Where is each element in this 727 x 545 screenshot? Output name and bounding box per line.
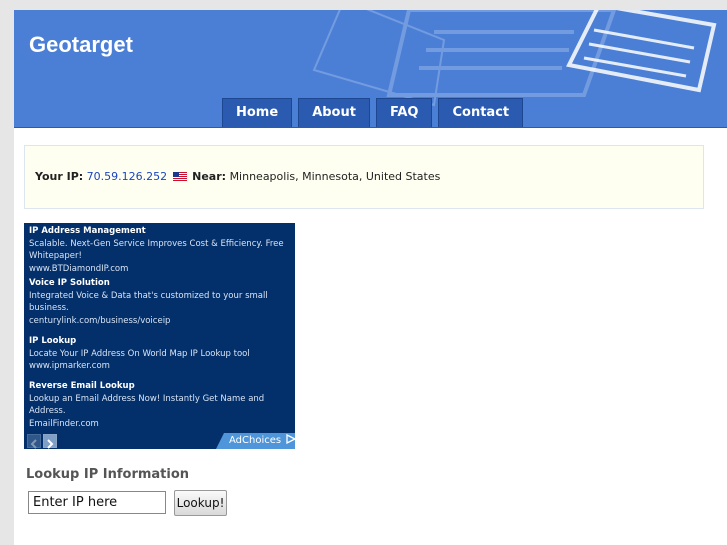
- nav-faq[interactable]: FAQ: [375, 98, 433, 127]
- ad-item[interactable]: IP Address Management Scalable. Next-Gen…: [29, 225, 291, 275]
- ad-description: Lookup an Email Address Now! Instantly G…: [29, 393, 265, 417]
- nav-home[interactable]: Home: [222, 98, 293, 127]
- site-title[interactable]: Geotarget: [29, 32, 133, 58]
- adchoices-icon: [286, 433, 295, 445]
- location-text: Minneapolis, Minnesota, United States: [229, 170, 441, 183]
- ad-next-button[interactable]: [43, 434, 57, 449]
- nav-about[interactable]: About: [298, 98, 370, 127]
- near-label: Near:: [192, 170, 227, 183]
- us-flag-icon: [172, 172, 187, 181]
- ad-block: IP Address Management Scalable. Next-Gen…: [24, 223, 295, 449]
- ad-url[interactable]: EmailFinder.com: [29, 418, 291, 431]
- nav-contact[interactable]: Contact: [438, 98, 524, 127]
- ip-info-box: Your IP: 70.59.126.252 Near: Minneapolis…: [24, 145, 704, 209]
- ad-description: Integrated Voice & Data that's customize…: [29, 290, 268, 314]
- lookup-heading: Lookup IP Information: [26, 467, 190, 482]
- your-ip-label: Your IP:: [35, 170, 84, 183]
- ad-prev-button[interactable]: [27, 434, 41, 449]
- ad-url[interactable]: www.ipmarker.com: [29, 360, 291, 373]
- ad-url[interactable]: centurylink.com/business/voiceip: [29, 315, 291, 328]
- ad-description: Scalable. Next-Gen Service Improves Cost…: [29, 238, 284, 262]
- chevron-right-icon: [47, 439, 54, 449]
- main-nav: Home About FAQ Contact: [222, 98, 524, 127]
- ad-description: Locate Your IP Address On World Map IP L…: [29, 348, 250, 359]
- ad-item[interactable]: IP Lookup Locate Your IP Address On Worl…: [29, 335, 291, 373]
- page: Geotarget Home About FAQ Contact Your IP…: [14, 10, 727, 545]
- ad-item[interactable]: Reverse Email Lookup Lookup an Email Add…: [29, 380, 291, 430]
- ad-item[interactable]: Voice IP Solution Integrated Voice & Dat…: [29, 277, 291, 327]
- chevron-left-icon: [30, 439, 37, 449]
- ip-info-row: Your IP: 70.59.126.252 Near: Minneapolis…: [35, 170, 440, 183]
- ad-title[interactable]: IP Lookup: [29, 335, 291, 348]
- lookup-button[interactable]: Lookup!: [174, 490, 227, 516]
- adchoices-button[interactable]: AdChoices: [216, 433, 295, 449]
- ip-address-link[interactable]: 70.59.126.252: [87, 170, 167, 183]
- ad-title[interactable]: Reverse Email Lookup: [29, 380, 291, 393]
- ip-lookup-input[interactable]: [28, 491, 166, 514]
- adchoices-label: AdChoices: [229, 435, 282, 446]
- ad-title[interactable]: IP Address Management: [29, 225, 291, 238]
- ad-title[interactable]: Voice IP Solution: [29, 277, 291, 290]
- site-header: Geotarget Home About FAQ Contact: [14, 10, 727, 128]
- ad-url[interactable]: www.BTDiamondIP.com: [29, 263, 291, 276]
